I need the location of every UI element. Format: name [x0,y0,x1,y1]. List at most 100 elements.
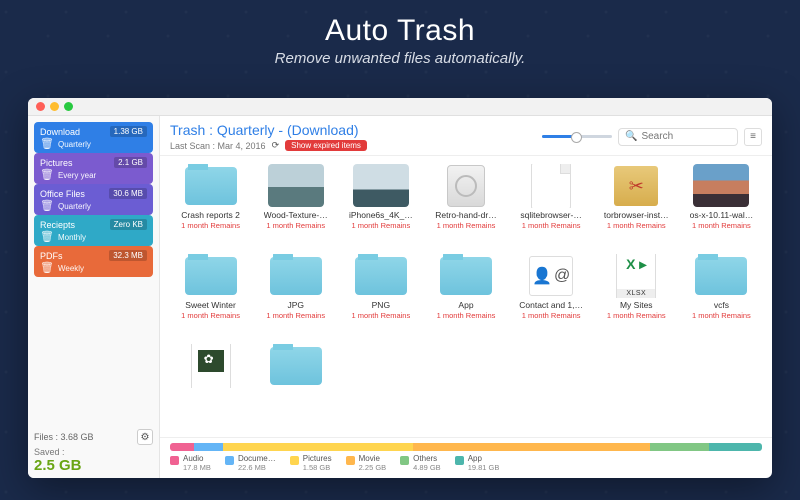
file-item[interactable] [170,344,251,430]
file-item[interactable]: Retro-hand-dr…1 month Remains [425,164,506,250]
file-item[interactable]: ✂torbrowser-inst…1 month Remains [596,164,677,250]
file-name: vcfs [714,301,729,310]
hero-subtitle: Remove unwanted files automatically. [0,50,800,67]
search-input[interactable] [641,131,731,142]
file-item[interactable]: os-x-10.11-wal…1 month Remains [681,164,762,250]
refresh-icon[interactable]: ⟳ [272,140,280,151]
file-name: Contact and 1,… [519,301,583,310]
card-schedule: Weekly [58,264,84,273]
file-status: 1 month Remains [266,221,325,230]
search-icon: 🔍 [625,131,637,142]
legend-swatch [400,456,409,465]
file-item[interactable]: vcfs1 month Remains [681,254,762,340]
storage-segment-audio [170,443,194,451]
file-status: 1 month Remains [181,311,240,320]
image-thumbnail [268,164,324,207]
storage-segment-app [709,443,762,451]
legend-item-app: App19.81 GB [455,455,500,472]
file-item[interactable]: 👤@ Contact and 1,…1 month Remains [511,254,592,340]
legend-size: 2.25 GB [359,464,387,472]
topbar: Trash : Quarterly - (Download) Last Scan… [160,116,772,156]
folder-icon [185,167,237,205]
file-item[interactable] [255,344,336,430]
search-field[interactable]: 🔍 [618,128,738,146]
files-total: Files : 3.68 GB [34,432,94,442]
file-name: iPhone6s_4K_… [349,211,413,220]
sidebar-card-pdfs[interactable]: PDFs32.3 MB🗑Weekly [34,246,153,277]
card-schedule: Quarterly [58,140,91,149]
file-name: sqlitebrowser-… [520,211,581,220]
legend-item-movie: Movie2.25 GB [346,455,387,472]
folder-icon [185,257,237,295]
legend-swatch [346,456,355,465]
card-size: 32.3 MB [109,250,147,261]
sidebar-footer: Files : 3.68 GB ⚙ Saved : 2.5 GB [34,425,153,474]
sidebar-card-office-files[interactable]: Office Files30.6 MB🗑Quarterly [34,184,153,215]
file-status: 1 month Remains [351,311,410,320]
storage-segment-movie [413,443,650,451]
file-item[interactable]: App1 month Remains [425,254,506,340]
legend-size: 1.58 GB [303,464,332,472]
file-item[interactable]: JPG1 month Remains [255,254,336,340]
sidebar: Download1.38 GB🗑QuarterlyPictures2.1 GB🗑… [28,116,160,478]
file-status: 1 month Remains [522,311,581,320]
list-icon: ≡ [750,131,756,142]
trash-icon: 🗑 [40,232,54,243]
file-item[interactable]: Crash reports 21 month Remains [170,164,251,250]
storage-segment-pictures [223,443,412,451]
settings-button[interactable]: ⚙ [137,429,153,445]
card-name: Download [40,127,80,137]
sidebar-card-download[interactable]: Download1.38 GB🗑Quarterly [34,122,153,153]
file-name: My Sites [620,301,653,310]
show-expired-button[interactable]: Show expired items [285,140,367,151]
zoom-icon[interactable] [64,102,73,111]
last-scan-label: Last Scan : Mar 4, 2016 [170,141,266,151]
sidebar-card-pictures[interactable]: Pictures2.1 GB🗑Every year [34,153,153,184]
storage-legend: Audio17.8 MBDocume…22.6 MBPictures1.58 G… [160,437,772,478]
thumbnail-size-slider[interactable] [542,135,612,138]
file-status: 1 month Remains [351,221,410,230]
image-thumbnail [693,164,749,207]
contact-icon: 👤@ [529,256,573,296]
sidebar-card-reciepts[interactable]: RecieptsZero KB🗑Monthly [34,215,153,246]
legend-swatch [455,456,464,465]
card-schedule: Quarterly [58,202,91,211]
file-grid: Crash reports 21 month RemainsWood-Textu… [160,156,772,437]
file-item[interactable]: iPhone6s_4K_…1 month Remains [340,164,421,250]
gear-icon: ⚙ [141,432,150,443]
file-name: JPG [287,301,304,310]
folder-icon [355,257,407,295]
file-item[interactable]: Sweet Winter1 month Remains [170,254,251,340]
file-name: torbrowser-inst… [604,211,669,220]
legend-swatch [290,456,299,465]
storage-segment-others [650,443,709,451]
file-name: os-x-10.11-wal… [690,211,754,220]
file-name: PNG [372,301,390,310]
file-item[interactable]: Wood-Texture-…1 month Remains [255,164,336,250]
close-icon[interactable] [36,102,45,111]
view-mode-button[interactable]: ≡ [744,128,762,146]
folder-icon [270,257,322,295]
file-name: Sweet Winter [185,301,236,310]
main-panel: Trash : Quarterly - (Download) Last Scan… [160,116,772,478]
minimize-icon[interactable] [50,102,59,111]
saved-value: 2.5 GB [34,457,153,474]
file-item[interactable]: sqlitebrowser-…1 month Remains [511,164,592,250]
file-item[interactable]: X ▸XLSXMy Sites1 month Remains [596,254,677,340]
legend-item-docume: Docume…22.6 MB [225,455,276,472]
titlebar [28,98,772,116]
folder-icon [270,347,322,385]
disk-image-icon [447,165,485,207]
image-thumbnail [353,164,409,207]
legend-item-others: Others4.89 GB [400,455,441,472]
legend-item-audio: Audio17.8 MB [170,455,211,472]
trash-icon: 🗑 [40,139,54,150]
file-item[interactable]: PNG1 month Remains [340,254,421,340]
card-name: Office Files [40,189,85,199]
card-name: Reciepts [40,220,75,230]
file-name: Retro-hand-dr… [435,211,496,220]
folder-icon [695,257,747,295]
file-name: App [458,301,473,310]
file-status: 1 month Remains [181,221,240,230]
legend-swatch [225,456,234,465]
